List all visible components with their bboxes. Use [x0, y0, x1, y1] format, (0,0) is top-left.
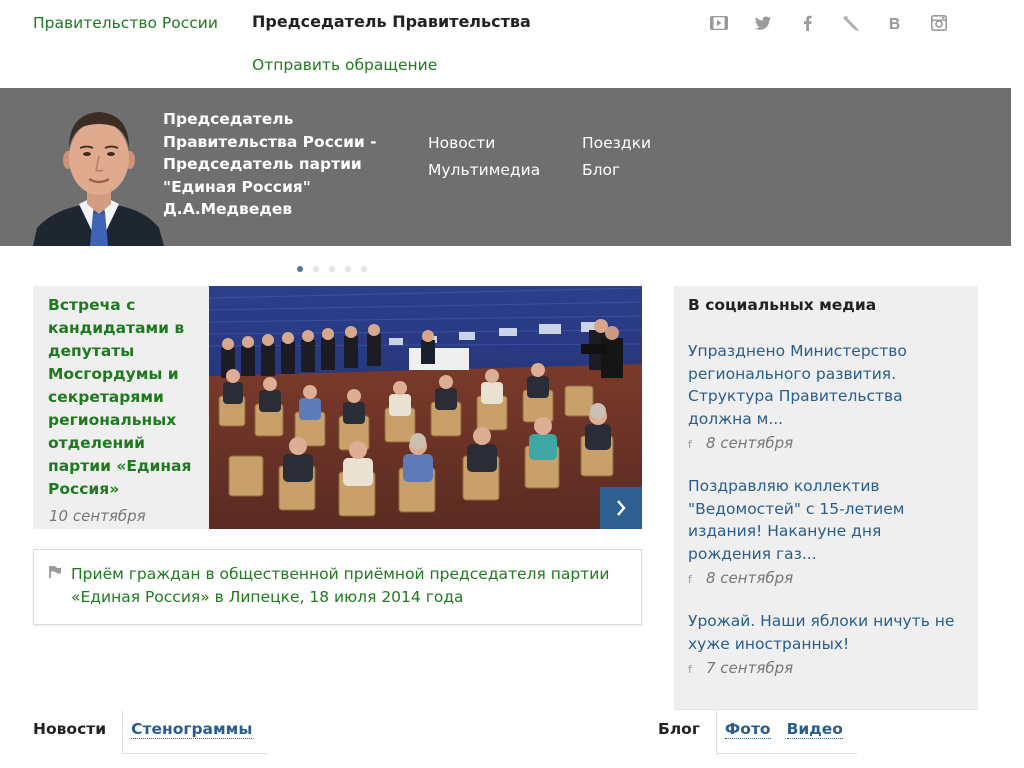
vk-icon[interactable]: [884, 12, 906, 34]
government-link[interactable]: Правительство России: [33, 14, 218, 32]
tab-blog[interactable]: Блог: [658, 710, 716, 754]
social-post-meta: f 8 сентября: [688, 569, 968, 587]
nav-trips-link[interactable]: Поездки: [582, 130, 651, 157]
livejournal-icon[interactable]: [840, 12, 862, 34]
chairman-section-title[interactable]: Председатель Правительства: [252, 12, 531, 31]
carousel-dot[interactable]: [313, 266, 319, 272]
instagram-icon[interactable]: [928, 12, 950, 34]
tab-transcripts-label: Стенограммы: [131, 720, 253, 739]
twitter-icon[interactable]: [752, 12, 774, 34]
social-post-link[interactable]: Урожай. Наши яблоки ничуть не хуже иност…: [688, 610, 968, 655]
chevron-right-icon: [617, 500, 626, 516]
nav-news-link[interactable]: Новости: [428, 130, 540, 157]
banner-nav-column-1: Новости Мультимедиа: [428, 130, 540, 184]
tab-photo[interactable]: Фото: [715, 710, 787, 754]
social-post: Упразднено Министерство регионального ра…: [688, 340, 968, 452]
youtube-icon[interactable]: [708, 12, 730, 34]
facebook-icon: f: [688, 438, 692, 451]
nav-multimedia-link[interactable]: Мультимедиа: [428, 157, 540, 184]
reception-announcement: Приём граждан в общественной приёмной пр…: [33, 549, 642, 625]
social-post-meta: f 8 сентября: [688, 434, 968, 452]
carousel-dot[interactable]: [297, 266, 303, 272]
reception-link[interactable]: Приём граждан в общественной приёмной пр…: [71, 563, 631, 609]
social-media-heading: В социальных медиа: [688, 296, 877, 314]
featured-news-title[interactable]: Встреча с кандидатами в депутаты Мосгорд…: [48, 294, 203, 501]
facebook-icon: f: [688, 663, 692, 676]
social-post: Поздравляю коллектив "Ведомостей" с 15-л…: [688, 475, 968, 587]
social-post-date: 8 сентября: [706, 434, 794, 452]
facebook-icon[interactable]: [796, 12, 818, 34]
carousel-dot[interactable]: [345, 266, 351, 272]
banner-title: Председатель Правительства России - Пред…: [163, 110, 377, 218]
facebook-icon: f: [688, 573, 692, 586]
send-appeal-link[interactable]: Отправить обращение: [252, 56, 437, 74]
social-post: Урожай. Наши яблоки ничуть не хуже иност…: [688, 610, 968, 677]
nav-blog-link[interactable]: Блог: [582, 157, 651, 184]
tab-transcripts[interactable]: Стенограммы: [122, 710, 269, 754]
news-tabs: Новости Стенограммы: [33, 710, 269, 754]
carousel-dot[interactable]: [361, 266, 367, 272]
carousel-dot[interactable]: [329, 266, 335, 272]
social-media-panel: В социальных медиа Упразднено Министерст…: [674, 286, 978, 710]
tab-photo-label: Фото: [724, 720, 771, 739]
carousel-next-button[interactable]: [600, 487, 642, 529]
carousel-pagination: [297, 266, 377, 272]
social-post-date: 7 сентября: [706, 659, 794, 677]
tab-video-label: Видео: [786, 720, 843, 739]
flag-icon: [48, 564, 62, 583]
featured-news-photo[interactable]: [209, 286, 642, 529]
banner-nav-column-2: Поездки Блог: [582, 130, 651, 184]
social-post-link[interactable]: Поздравляю коллектив "Ведомостей" с 15-л…: [688, 475, 968, 565]
social-post-link[interactable]: Упразднено Министерство регионального ра…: [688, 340, 968, 430]
top-header: Правительство России Председатель Правит…: [0, 0, 1011, 88]
featured-news-date: 10 сентября: [49, 507, 146, 525]
tab-video[interactable]: Видео: [786, 710, 857, 754]
social-post-date: 8 сентября: [706, 569, 794, 587]
media-tabs: Блог Фото Видео: [658, 710, 857, 754]
chairman-banner: Председатель Правительства России - Пред…: [0, 88, 1011, 246]
social-post-meta: f 7 сентября: [688, 659, 968, 677]
featured-news: Встреча с кандидатами в депутаты Мосгорд…: [33, 286, 642, 529]
social-icons: [708, 12, 972, 34]
tab-news[interactable]: Новости: [33, 710, 122, 754]
chairman-portrait: [33, 104, 164, 246]
